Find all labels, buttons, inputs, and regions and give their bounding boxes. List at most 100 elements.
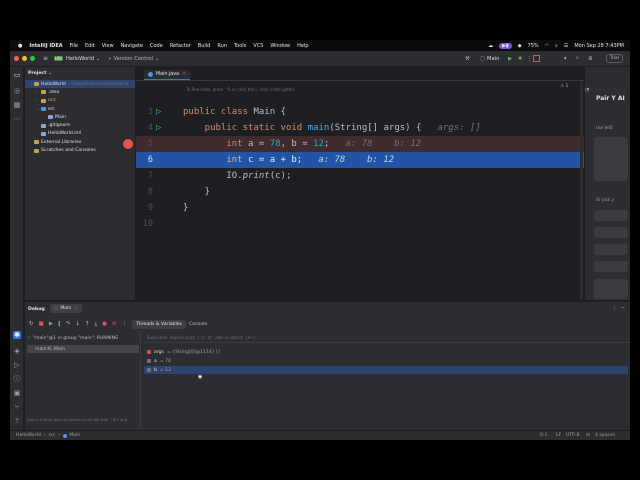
more-actions-icon[interactable]: ⋮	[527, 56, 532, 62]
tab-console[interactable]: Console	[185, 320, 211, 329]
menu-build[interactable]: Build	[198, 43, 211, 49]
menu-vcs[interactable]: VCS	[253, 43, 263, 49]
breadcrumb-main[interactable]: Main	[69, 433, 80, 438]
structure-icon[interactable]: ▦	[13, 101, 21, 109]
version-control-icon[interactable]: ⑂	[13, 403, 21, 411]
step-into-icon[interactable]: ↓	[75, 321, 80, 327]
stop-icon[interactable]: ■	[39, 321, 44, 327]
mute-breakpoints-icon[interactable]: ⊘	[112, 321, 117, 327]
line-number[interactable]: 10	[136, 216, 153, 232]
run-icon[interactable]: ▶	[508, 56, 512, 62]
code-line[interactable]: 3 ▷ public class Main {	[136, 104, 584, 120]
cursor-position[interactable]: 6:1	[540, 433, 547, 438]
menu-file[interactable]: File	[70, 43, 78, 49]
ai-option-3[interactable]	[594, 244, 628, 255]
warning-indicator[interactable]: ⚠ 1	[560, 84, 568, 89]
apple-icon[interactable]: ●	[18, 43, 22, 49]
wifi-icon[interactable]: ◠	[545, 43, 549, 49]
code-line[interactable]: 6 int c = a + b; a: 78 b: 12	[136, 152, 584, 168]
expression-input[interactable]: Evaluate expression (⏎) or add a watch (…	[144, 333, 630, 343]
menu-window[interactable]: Window	[270, 43, 290, 49]
line-number[interactable]: 3	[136, 104, 153, 120]
trial-button[interactable]: Trial	[606, 54, 623, 63]
menu-navigate[interactable]: Navigate	[121, 43, 143, 49]
variable-row[interactable]: args = {String[0]@1114} []	[147, 348, 220, 356]
run-to-cursor-icon[interactable]: ⤓	[95, 321, 97, 328]
gutter-run-icon[interactable]: ▷	[156, 104, 161, 120]
close-icon[interactable]: ×	[74, 306, 78, 311]
close-window-button[interactable]	[14, 56, 19, 61]
tree-item[interactable]: .gitignore	[25, 121, 135, 129]
resume-icon[interactable]: ▶	[49, 321, 53, 327]
ai-option-4[interactable]	[594, 261, 628, 272]
run-config-selector[interactable]: Main	[487, 56, 499, 62]
run-tool-icon[interactable]: ▷	[13, 361, 21, 369]
menu-run[interactable]: Run	[217, 43, 227, 49]
problems-icon[interactable]: ⓘ	[13, 375, 21, 383]
debug-tool-icon[interactable]: ✱	[13, 331, 21, 339]
notifications-icon[interactable]: ◔	[585, 87, 589, 93]
record-icon[interactable]: ▶▮	[499, 42, 512, 49]
close-icon[interactable]: ×	[182, 72, 186, 77]
rerun-icon[interactable]: ↻	[29, 321, 34, 327]
thread-selector[interactable]: ✓ "main"@1 in group "main": RUNNING	[27, 334, 139, 343]
step-over-icon[interactable]: ↷	[66, 321, 71, 327]
stop-icon[interactable]	[533, 55, 540, 62]
view-breakpoints-icon[interactable]: ●	[102, 321, 107, 327]
line-number[interactable]: 4	[136, 120, 153, 136]
variable-row[interactable]: b = 12	[144, 366, 628, 374]
menu-help[interactable]: Help	[297, 43, 308, 49]
settings-gear-icon[interactable]: ⚙	[588, 56, 593, 62]
code-line[interactable]: 10	[136, 216, 584, 232]
line-number[interactable]: 8	[136, 184, 153, 200]
file-encoding[interactable]: UTF-8	[566, 433, 579, 438]
hammer-icon[interactable]: ⚒	[465, 56, 470, 62]
minimize-panel-icon[interactable]: −	[621, 306, 625, 311]
services-icon[interactable]: ◈	[13, 347, 21, 355]
tree-item[interactable]: ⌄ HelloWorld ~/IdeaProjects/HelloWorld	[25, 80, 135, 89]
code-line[interactable]: 8 }	[136, 184, 584, 200]
ai-assistant-icon[interactable]: ✦	[563, 56, 567, 62]
ai-feature-card[interactable]	[594, 137, 628, 181]
line-number[interactable]: 5	[136, 136, 153, 152]
breadcrumb-src[interactable]: src	[49, 433, 56, 438]
debug-session-tab[interactable]: ▢ Main ×	[50, 304, 83, 313]
zoom-window-button[interactable]	[30, 56, 35, 61]
ai-option-5[interactable]	[594, 279, 628, 299]
menu-view[interactable]: View	[102, 43, 114, 49]
control-center-icon[interactable]: ☰	[564, 43, 568, 49]
menu-refactor[interactable]: Refactor	[170, 43, 191, 49]
line-number[interactable]: 7	[136, 168, 153, 184]
code-line[interactable]: 4 ▷ public static void main(String[] args…	[136, 120, 584, 136]
step-out-icon[interactable]: ↑	[85, 321, 90, 327]
git-branch-icon[interactable]: ᛘ	[13, 417, 21, 425]
tree-item[interactable]: › out	[25, 97, 135, 105]
line-number[interactable]: 6	[136, 152, 153, 168]
search-everywhere-icon[interactable]: ⌕	[576, 55, 579, 62]
project-switcher[interactable]: HelloWorld	[66, 56, 94, 62]
tree-item[interactable]: ⌄ src	[25, 105, 135, 113]
menu-edit[interactable]: Edit	[85, 43, 95, 49]
breadcrumb-project[interactable]: HelloWorld	[16, 433, 41, 438]
frame-row[interactable]: main:6, Main	[27, 345, 139, 353]
menu-code[interactable]: Code	[150, 43, 163, 49]
project-panel-title[interactable]: Project	[28, 71, 46, 76]
code-line[interactable]: 9}	[136, 200, 584, 216]
vcs-widget[interactable]: Version Control	[114, 56, 153, 62]
breakpoint-icon[interactable]	[123, 139, 133, 149]
more-options-icon[interactable]: ⋮	[612, 306, 617, 311]
main-menu-icon[interactable]: ≡	[43, 55, 48, 62]
variable-row[interactable]: a = 78	[147, 357, 171, 365]
tree-item[interactable]: › External Libraries	[25, 138, 135, 146]
tree-item[interactable]: › Scratches and Consoles	[25, 146, 135, 154]
ai-option-2[interactable]	[594, 227, 628, 238]
commit-icon[interactable]: ◎	[13, 87, 21, 95]
indent-setting[interactable]: 4 spaces	[595, 433, 615, 438]
code-line[interactable]: 7 IO.print(c);	[136, 168, 584, 184]
project-folder-icon[interactable]: ▭	[13, 71, 21, 79]
project-badge[interactable]: HW	[54, 56, 63, 61]
more-icon[interactable]: ⋮	[121, 321, 127, 327]
tab-threads-variables[interactable]: Threads & Variables	[132, 320, 186, 329]
tree-item[interactable]: Main	[25, 113, 135, 121]
debug-icon[interactable]: ✱	[518, 56, 522, 62]
